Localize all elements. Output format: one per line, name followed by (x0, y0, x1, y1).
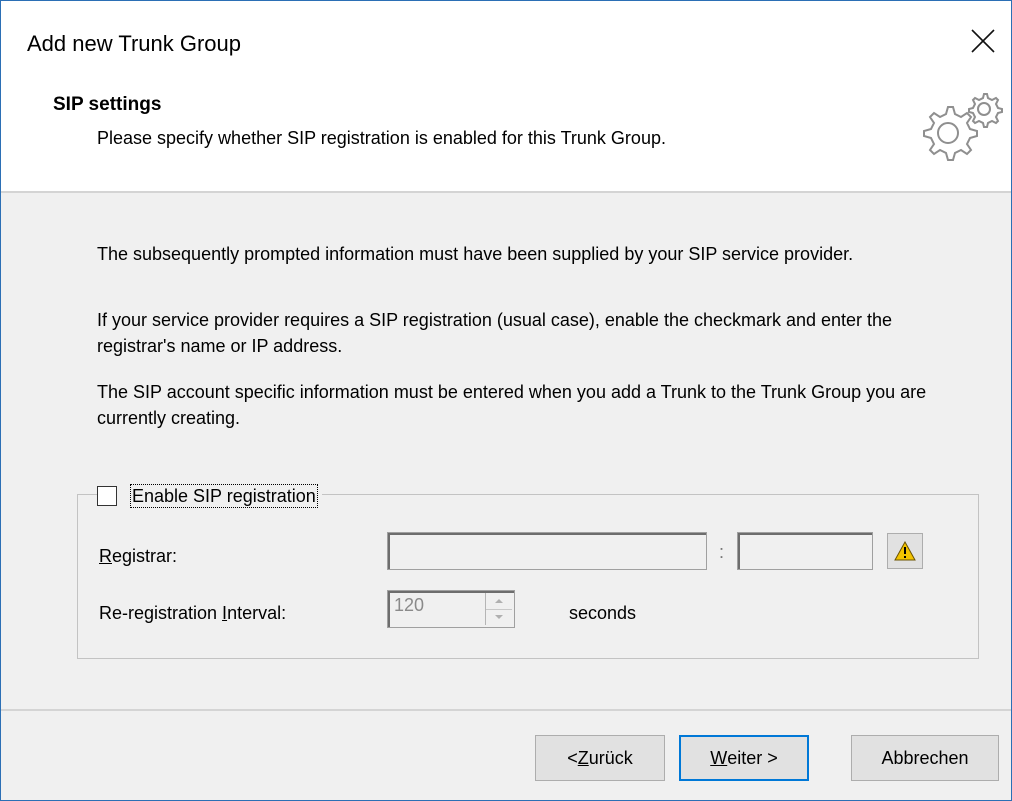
sip-registration-group (77, 494, 979, 659)
enable-sip-label[interactable]: Enable SIP registration (130, 484, 318, 508)
wizard-footer: < Zurück Weiter > Abbrechen (1, 711, 1011, 800)
back-button[interactable]: < Zurück (535, 735, 665, 781)
enable-sip-registration[interactable]: Enable SIP registration (97, 483, 322, 509)
page-heading: SIP settings (53, 94, 162, 115)
spinner-down-icon[interactable] (486, 609, 512, 625)
registrar-warning-button[interactable] (887, 533, 923, 569)
wizard-header: SIP settings Please specify whether SIP … (1, 79, 1011, 191)
wizard-content: The subsequently prompted information mu… (1, 193, 1011, 709)
gears-icon (914, 91, 1004, 163)
cancel-button[interactable]: Abbrechen (851, 735, 999, 781)
reregistration-interval-spinner[interactable]: 120 (387, 590, 515, 628)
page-subheading: Please specify whether SIP registration … (97, 128, 666, 148)
enable-sip-checkbox[interactable] (97, 486, 117, 506)
registrar-port-separator: : (719, 542, 725, 562)
dialog-window: Add new Trunk Group SIP settings Please … (0, 0, 1012, 801)
spinner-up-icon[interactable] (486, 593, 512, 610)
spinner-buttons (485, 593, 512, 625)
registrar-host-input[interactable] (387, 532, 707, 570)
warning-icon (894, 541, 916, 561)
reregistration-interval-value[interactable]: 120 (394, 595, 424, 616)
registrar-label: Registrar: (99, 546, 178, 566)
interval-unit-label: seconds (569, 603, 637, 623)
info-text-3: The SIP account specific information mus… (97, 382, 927, 428)
reregistration-interval-label: Re-registration Interval: (99, 603, 287, 623)
title-bar: Add new Trunk Group (1, 1, 1011, 79)
close-icon[interactable] (969, 27, 997, 55)
info-text-1: The subsequently prompted information mu… (97, 244, 854, 264)
info-text-2: If your service provider requires a SIP … (97, 310, 893, 356)
window-title: Add new Trunk Group (27, 31, 242, 56)
next-button[interactable]: Weiter > (679, 735, 809, 781)
registrar-port-input[interactable] (737, 532, 873, 570)
